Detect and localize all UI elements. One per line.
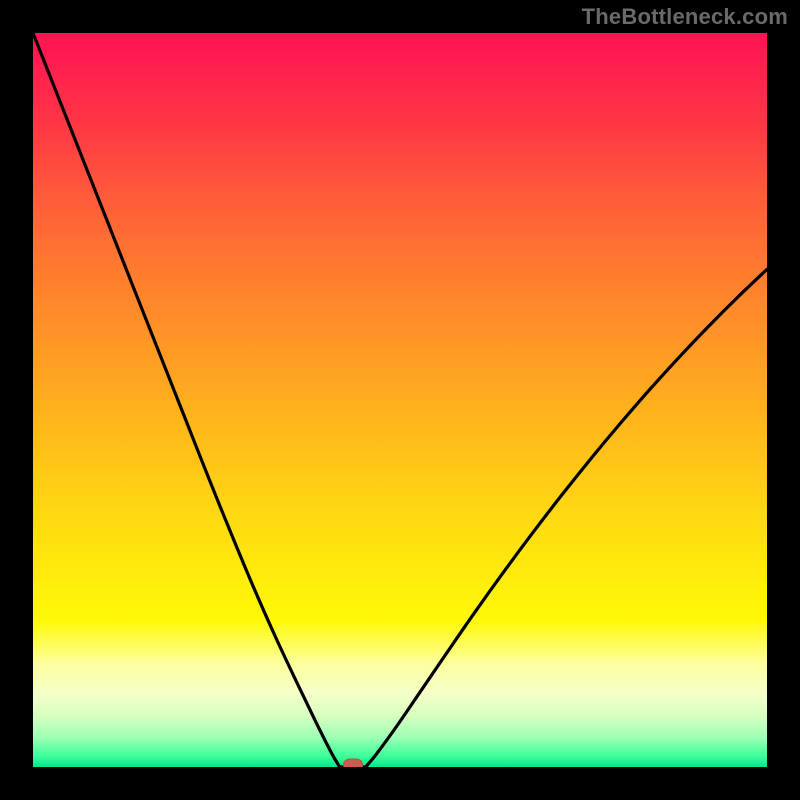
optimal-marker bbox=[343, 759, 363, 768]
chart-frame: TheBottleneck.com bbox=[0, 0, 800, 800]
plot-area bbox=[33, 33, 767, 767]
curve-layer bbox=[33, 33, 767, 767]
watermark-text: TheBottleneck.com bbox=[582, 4, 788, 30]
bottleneck-curve bbox=[33, 33, 767, 767]
